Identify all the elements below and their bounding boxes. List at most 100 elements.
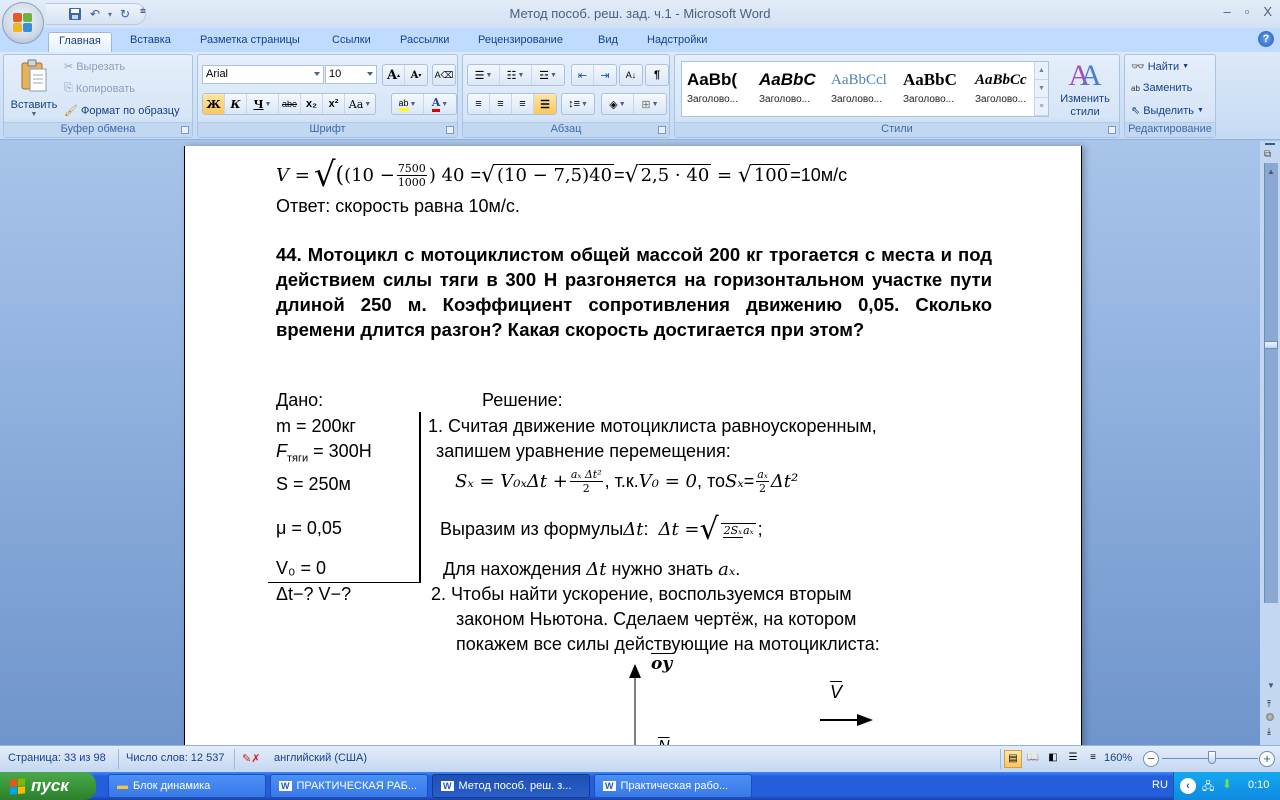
vertical-scrollbar[interactable]: ⧉ ▲ ▼ ⤒ ⤓ [1260,141,1280,745]
paste-dropdown-icon[interactable]: ▼ [8,111,60,118]
tab-insert[interactable]: Вставка [120,32,181,52]
safely-remove-icon[interactable]: ⬇ [1222,777,1232,791]
next-page-icon[interactable]: ⤓ [1267,726,1271,737]
taskbar: пуск ▬ Блок динамика W ПРАКТИЧЕСКАЯ РАБ...… [0,772,1280,800]
style-item[interactable]: AaBbC Заголово... [900,66,966,114]
select-button[interactable]: ⇖ Выделить ▼ [1131,104,1204,118]
tab-view[interactable]: Вид [588,32,628,52]
grow-font-button[interactable]: A ▴ [383,65,405,85]
word-count[interactable]: Число слов: 12 537 [126,752,224,764]
increase-indent-button[interactable]: ⇥ [594,65,616,85]
gallery-down-icon[interactable]: ▼ [1035,80,1048,98]
align-center-button[interactable]: ≡ [490,94,512,114]
shrink-font-button[interactable]: A ▾ [405,65,427,85]
outline-view-icon[interactable]: ☰ [1064,750,1082,768]
style-item[interactable]: AaBbC Заголово... [756,66,822,114]
zoom-out-icon[interactable]: − [1143,751,1159,767]
copy-button[interactable]: ⎘ Копировать [64,82,135,95]
paste-button[interactable]: Вставить ▼ [8,57,60,121]
change-styles-button[interactable]: AA Изменить стили [1055,59,1115,119]
numbering-button[interactable]: ☷ ▼ [500,65,532,85]
tab-page-layout[interactable]: Разметка страницы [190,32,310,52]
full-screen-reading-icon[interactable]: 📖 [1024,750,1042,768]
cut-button[interactable]: ✂ Вырезать [64,60,125,74]
shading-button[interactable]: ◈ ▼ [602,94,634,114]
underline-button[interactable]: Ч ▼ [247,94,279,114]
zoom-slider-thumb[interactable] [1208,751,1216,764]
replace-button[interactable]: ab Заменить [1131,82,1192,94]
given-force: Fтяги = 300Н [276,441,372,465]
language-indicator[interactable]: английский (США) [274,752,367,764]
bullets-button[interactable]: ☰ ▼ [468,65,500,85]
tab-review[interactable]: Рецензирование [468,32,573,52]
align-right-button[interactable]: ≡ [512,94,534,114]
close-button[interactable]: X [1263,4,1272,19]
change-styles-label: Изменить стили [1060,93,1110,118]
zoom-level[interactable]: 160% [1104,752,1132,764]
show-hidden-icons-button[interactable]: ‹ [1180,778,1196,794]
sort-button[interactable]: A↓ [620,65,642,85]
tab-addins[interactable]: Надстройки [637,32,717,52]
gallery-up-icon[interactable]: ▲ [1035,62,1048,80]
find-button[interactable]: 👓 Найти ▼ [1131,60,1189,74]
clipboard-dialog-launcher[interactable] [181,126,189,134]
draft-view-icon[interactable]: ≡ [1084,750,1102,768]
justify-button[interactable]: ☰ [534,94,556,114]
font-name-combo[interactable]: Arial [202,65,324,84]
tab-home[interactable]: Главная [48,32,112,52]
taskbar-item[interactable]: ▬ Блок динамика [108,774,266,798]
minimize-button[interactable]: – [1223,4,1230,19]
style-item[interactable]: AaBbCc Заголово... [972,66,1038,114]
maximize-button[interactable]: ▫ [1245,4,1250,19]
office-button[interactable] [2,2,44,44]
highlight-button[interactable]: ab ▼ [392,94,424,114]
clear-formatting-button[interactable]: A⌫ [433,65,455,85]
help-icon[interactable]: ? [1258,31,1274,47]
format-painter-button[interactable]: 🖌 Формат по образцу [64,104,180,118]
style-item[interactable]: AaBbCcl Заголово... [828,66,894,114]
decrease-indent-button[interactable]: ⇤ [572,65,594,85]
spelling-check-icon[interactable]: ✎✗ [242,752,260,765]
scroll-thumb[interactable] [1264,341,1278,349]
strikethrough-button[interactable]: abe [279,94,301,114]
scroll-down-icon[interactable]: ▼ [1267,681,1275,690]
start-button[interactable]: пуск [0,772,96,800]
font-size-combo[interactable]: 10 [325,65,377,84]
superscript-button[interactable]: x² [323,94,345,114]
web-layout-icon[interactable]: ◧ [1044,750,1062,768]
clock[interactable]: 0:10 [1248,779,1269,791]
style-item[interactable]: AaBb(Заголово... [684,66,750,114]
print-layout-icon[interactable]: ▤ [1004,750,1022,768]
font-dialog-launcher[interactable] [446,126,454,134]
borders-button[interactable]: ⊞ ▼ [634,94,666,114]
scroll-up-icon[interactable]: ▲ [1267,167,1275,176]
document-page[interactable]: V = √ ( (10 − 7500 1000 ) 40 = √ (10 − 7,5… [184,146,1082,745]
taskbar-item[interactable]: W Практическая рабо... [594,774,752,798]
line-spacing-button[interactable]: ↕≡ ▼ [562,94,594,114]
network-icon[interactable]: 🖧 [1202,778,1214,797]
zoom-in-icon[interactable]: + [1259,751,1275,767]
split-handle[interactable] [1265,143,1275,145]
chevron-down-icon [314,72,320,76]
page-indicator[interactable]: Страница: 33 из 98 [8,752,106,764]
paragraph-dialog-launcher[interactable] [658,126,666,134]
change-case-button[interactable]: Aa ▼ [345,94,375,114]
align-left-button[interactable]: ≡ [468,94,490,114]
styles-dialog-launcher[interactable] [1108,126,1116,134]
font-color-button[interactable]: A ▼ [424,94,456,114]
bold-button[interactable]: Ж [203,94,225,114]
ruler-toggle-icon[interactable]: ⧉ [1264,149,1271,160]
italic-button[interactable]: К [225,94,247,114]
scroll-track[interactable] [1264,163,1278,603]
tab-references[interactable]: Ссылки [322,32,381,52]
taskbar-item-active[interactable]: W Метод пособ. реш. з... [432,774,590,798]
language-bar[interactable]: RU [1152,779,1168,791]
tab-mailings[interactable]: Рассылки [390,32,459,52]
gallery-more-icon[interactable]: ≡ [1035,98,1048,116]
multilevel-list-button[interactable]: ☲ ▼ [532,65,564,85]
subscript-button[interactable]: x₂ [301,94,323,114]
previous-page-icon[interactable]: ⤒ [1267,699,1271,710]
show-formatting-button[interactable]: ¶ [646,65,668,85]
taskbar-item[interactable]: W ПРАКТИЧЕСКАЯ РАБ... [270,774,428,798]
browse-object-icon[interactable] [1266,713,1274,721]
